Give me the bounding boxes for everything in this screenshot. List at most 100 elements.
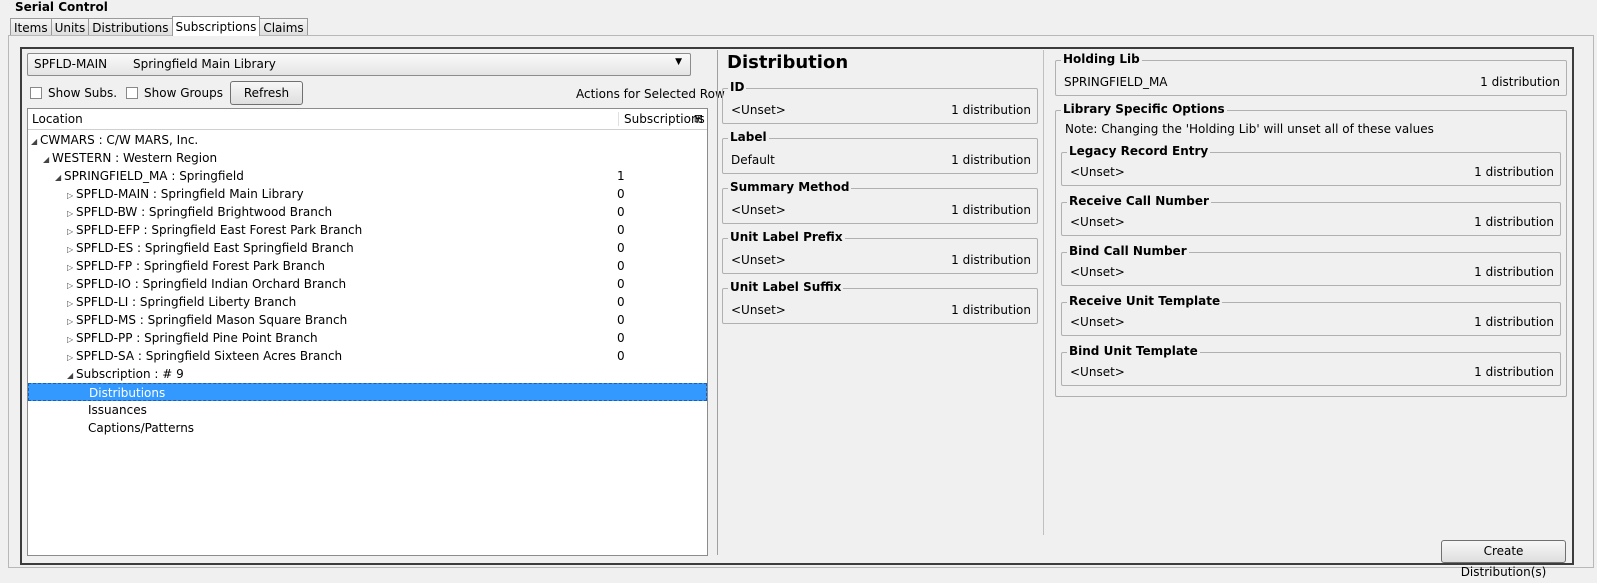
tree-row-selected[interactable]: Distributions [28,383,707,401]
tree-row[interactable]: ▷ SPFLD-SA : Springfield Sixteen Acres Br… [28,347,707,365]
location-select[interactable]: SPFLD-MAIN Springfield Main Library ▼ [27,53,691,76]
tree-row[interactable]: ◢ WESTERN : Western Region [28,149,707,167]
tree-row-label: CWMARS : C/W MARS, Inc. [40,133,199,147]
tree-row-count: 0 [617,205,625,219]
actions-for-selected-row[interactable]: Actions for Selected Row [576,87,725,101]
tree-row[interactable]: ▷ SPFLD-MAIN : Springfield Main Library 0 [28,185,707,203]
field-value[interactable]: <Unset> [731,103,786,117]
field-value[interactable]: <Unset> [1070,365,1125,379]
tree-row-label: Issuances [88,403,147,417]
field-legend: Library Specific Options [1061,102,1227,116]
tree-row-count: 0 [617,349,625,363]
tree-row[interactable]: ▷ SPFLD-BW : Springfield Brightwood Branc… [28,203,707,221]
show-subs-checkbox[interactable]: Show Subs. [30,86,117,100]
tree-row[interactable]: ▷ SPFLD-LI : Springfield Liberty Branch 0 [28,293,707,311]
field-value[interactable]: <Unset> [1070,265,1125,279]
field-id: ID <Unset> 1 distribution [722,80,1038,124]
tree-row-count: 1 [617,169,625,183]
tree-row[interactable]: ▷ SPFLD-FP : Springfield Forest Park Bran… [28,257,707,275]
field-value[interactable]: <Unset> [1070,215,1125,229]
tab-items[interactable]: Items [10,18,52,36]
tree-row-label: SPFLD-ES : Springfield East Springfield … [76,241,354,255]
tree-row[interactable]: Captions/Patterns [28,419,707,437]
pane-splitter[interactable] [1043,50,1044,535]
field-value[interactable]: <Unset> [1070,315,1125,329]
field-count: 1 distribution [1474,365,1554,379]
show-groups-checkbox[interactable]: Show Groups [126,86,223,100]
field-legend: Unit Label Suffix [728,280,844,294]
tree-row-label: SPFLD-PP : Springfield Pine Point Branch [76,331,318,345]
tree-row-label: SPFLD-SA : Springfield Sixteen Acres Bra… [76,349,343,363]
tree-row-label: SPFLD-MS : Springfield Mason Square Bran… [76,313,348,327]
field-count: 1 distribution [1474,215,1554,229]
field-legend: Receive Call Number [1067,194,1211,208]
tree-row-count: 0 [617,331,625,345]
field-receive-unit-template: Receive Unit Template <Unset> 1 distribu… [1061,294,1561,336]
tree-row[interactable]: ◢ CWMARS : C/W MARS, Inc. [28,131,707,149]
dropdown-arrow-icon: ▼ [675,57,682,67]
tree-row-count: 0 [617,259,625,273]
field-value[interactable]: <Unset> [1070,165,1125,179]
tree-row[interactable]: ▷ SPFLD-EFP : Springfield East Forest Par… [28,221,707,239]
field-legend: Unit Label Prefix [728,230,845,244]
field-receive-call-number: Receive Call Number <Unset> 1 distributi… [1061,194,1561,236]
field-count: 1 distribution [951,103,1031,117]
location-code: SPFLD-MAIN [34,57,108,71]
field-unit-label-suffix: Unit Label Suffix <Unset> 1 distribution [722,280,1038,324]
tab-units[interactable]: Units [50,18,90,36]
field-bind-unit-template: Bind Unit Template <Unset> 1 distributio… [1061,344,1561,386]
field-legacy-record-entry: Legacy Record Entry <Unset> 1 distributi… [1061,144,1561,186]
tree-row-label: SPFLD-IO : Springfield Indian Orchard Br… [76,277,347,291]
field-legend: Bind Call Number [1067,244,1189,258]
field-value[interactable]: <Unset> [731,203,786,217]
field-count: 1 distribution [1474,315,1554,329]
tree-header: Location Subscriptions ⊞ [28,109,707,130]
field-unit-label-prefix: Unit Label Prefix <Unset> 1 distribution [722,230,1038,274]
location-tree[interactable]: Location Subscriptions ⊞ ◢ CWMARS : C/W M… [27,108,708,556]
field-count: 1 distribution [951,153,1031,167]
pane-splitter[interactable] [717,50,718,555]
field-value[interactable]: SPRINGFIELD_MA [1064,75,1168,89]
tree-row[interactable]: ◢ Subscription : # 9 [28,365,707,383]
column-picker-icon[interactable]: ⊞ [694,112,703,125]
column-header-subscriptions[interactable]: Subscriptions [618,112,705,126]
tree-row-label: SPFLD-MAIN : Springfield Main Library [76,187,304,201]
field-count: 1 distribution [1480,75,1560,89]
tab-bar: Items Units Distributions Subscriptions … [10,16,308,36]
field-legend: Bind Unit Template [1067,344,1200,358]
create-distributions-button[interactable]: Create Distribution(s) [1441,540,1566,579]
field-legend: Label [728,130,769,144]
field-legend: Summary Method [728,180,852,194]
location-name: Springfield Main Library [133,57,276,71]
tree-row[interactable]: ◢ SPRINGFIELD_MA : Springfield 1 [28,167,707,185]
checkbox-box[interactable] [126,87,138,99]
tree-row[interactable]: ▷ SPFLD-ES : Springfield East Springfield… [28,239,707,257]
field-value[interactable]: Default [731,153,775,167]
refresh-button[interactable]: Refresh [230,81,303,105]
field-count: 1 distribution [951,303,1031,317]
tab-claims[interactable]: Claims [259,18,308,36]
field-count: 1 distribution [1474,165,1554,179]
field-count: 1 distribution [1474,265,1554,279]
tab-subscriptions[interactable]: Subscriptions [171,16,261,36]
column-header-location[interactable]: Location [32,112,83,126]
field-summary-method: Summary Method <Unset> 1 distribution [722,180,1038,224]
holding-lib-note: Note: Changing the 'Holding Lib' will un… [1065,122,1434,136]
tree-row[interactable]: Issuances [28,401,707,419]
tree-row-label: SPFLD-FP : Springfield Forest Park Branc… [76,259,325,273]
tree-row-count: 0 [617,223,625,237]
field-value[interactable]: <Unset> [731,303,786,317]
tree-row-label: Subscription : # 9 [76,367,184,381]
tree-row[interactable]: ▷ SPFLD-IO : Springfield Indian Orchard B… [28,275,707,293]
field-value[interactable]: <Unset> [731,253,786,267]
tree-row-label: SPRINGFIELD_MA : Springfield [64,169,244,183]
tree-row[interactable]: ▷ SPFLD-MS : Springfield Mason Square Bra… [28,311,707,329]
show-subs-label: Show Subs. [48,86,118,100]
tree-row-count: 0 [617,277,625,291]
tree-row[interactable]: ▷ SPFLD-PP : Springfield Pine Point Branc… [28,329,707,347]
field-bind-call-number: Bind Call Number <Unset> 1 distribution [1061,244,1561,286]
tab-distributions[interactable]: Distributions [88,18,173,36]
tree-row-label: Distributions [89,386,166,400]
checkbox-box[interactable] [30,87,42,99]
field-label: Label Default 1 distribution [722,130,1038,174]
